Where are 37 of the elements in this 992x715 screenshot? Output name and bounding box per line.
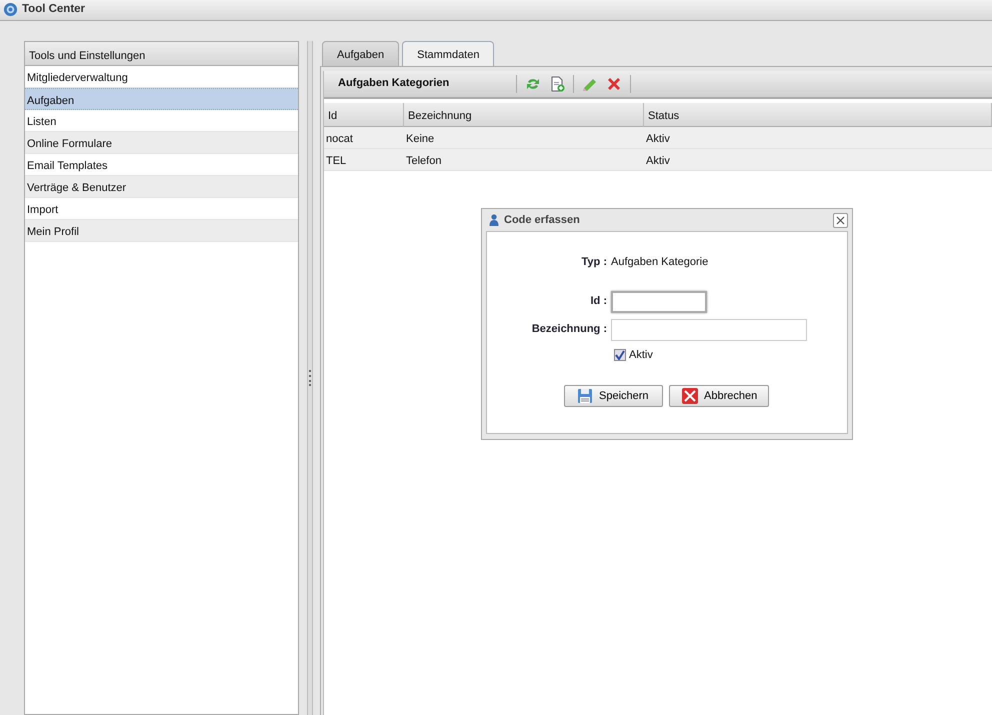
field-label: Id : — [590, 294, 608, 310]
table-cell: Telefon — [404, 149, 644, 171]
input-field[interactable] — [611, 290, 707, 312]
sidebar-item[interactable]: Mein Profil — [25, 220, 298, 242]
save-button[interactable]: Speichern — [564, 385, 663, 407]
column-header[interactable]: Status — [644, 103, 992, 127]
panel-title: Aufgaben Kategorien — [338, 76, 450, 91]
sidebar-title: Tools und Einstellungen — [25, 42, 298, 66]
splitter-handle-icon[interactable] — [308, 370, 310, 386]
delete-icon[interactable] — [606, 76, 622, 92]
new-document-icon[interactable] — [549, 76, 565, 92]
sidebar-item[interactable]: Aufgaben — [25, 88, 298, 110]
checkbox[interactable] — [614, 348, 626, 361]
tab[interactable]: Aufgaben — [322, 41, 400, 66]
sidebar-item[interactable]: Online Formulare — [25, 132, 298, 154]
type-value: Aufgaben Kategorie — [611, 255, 708, 270]
close-icon — [836, 216, 845, 224]
table-cell: Aktiv — [644, 127, 992, 149]
dialog-title: Code erfassen — [504, 212, 580, 228]
tab[interactable]: Stammdaten — [402, 41, 494, 66]
input-field[interactable] — [611, 318, 807, 340]
cancel-icon — [682, 388, 698, 404]
column-header[interactable]: Bezeichnung — [404, 103, 644, 127]
close-button[interactable] — [833, 212, 848, 228]
table-cell: Aktiv — [644, 149, 992, 171]
table-cell: nocat — [324, 127, 404, 149]
checkbox-label: Aktiv — [629, 348, 653, 362]
sidebar-item[interactable]: Verträge & Benutzer — [25, 176, 298, 198]
type-label: Typ : — [580, 255, 608, 270]
user-icon — [488, 212, 500, 227]
window-title: Tool Center — [22, 2, 86, 18]
gear-icon — [3, 2, 18, 18]
column-header[interactable]: Id — [324, 103, 404, 127]
cancel-button[interactable]: Abbrechen — [669, 385, 769, 407]
field-label: Bezeichnung : — [530, 322, 608, 338]
table-cell: Keine — [404, 127, 644, 149]
table-cell: TEL — [324, 149, 404, 171]
